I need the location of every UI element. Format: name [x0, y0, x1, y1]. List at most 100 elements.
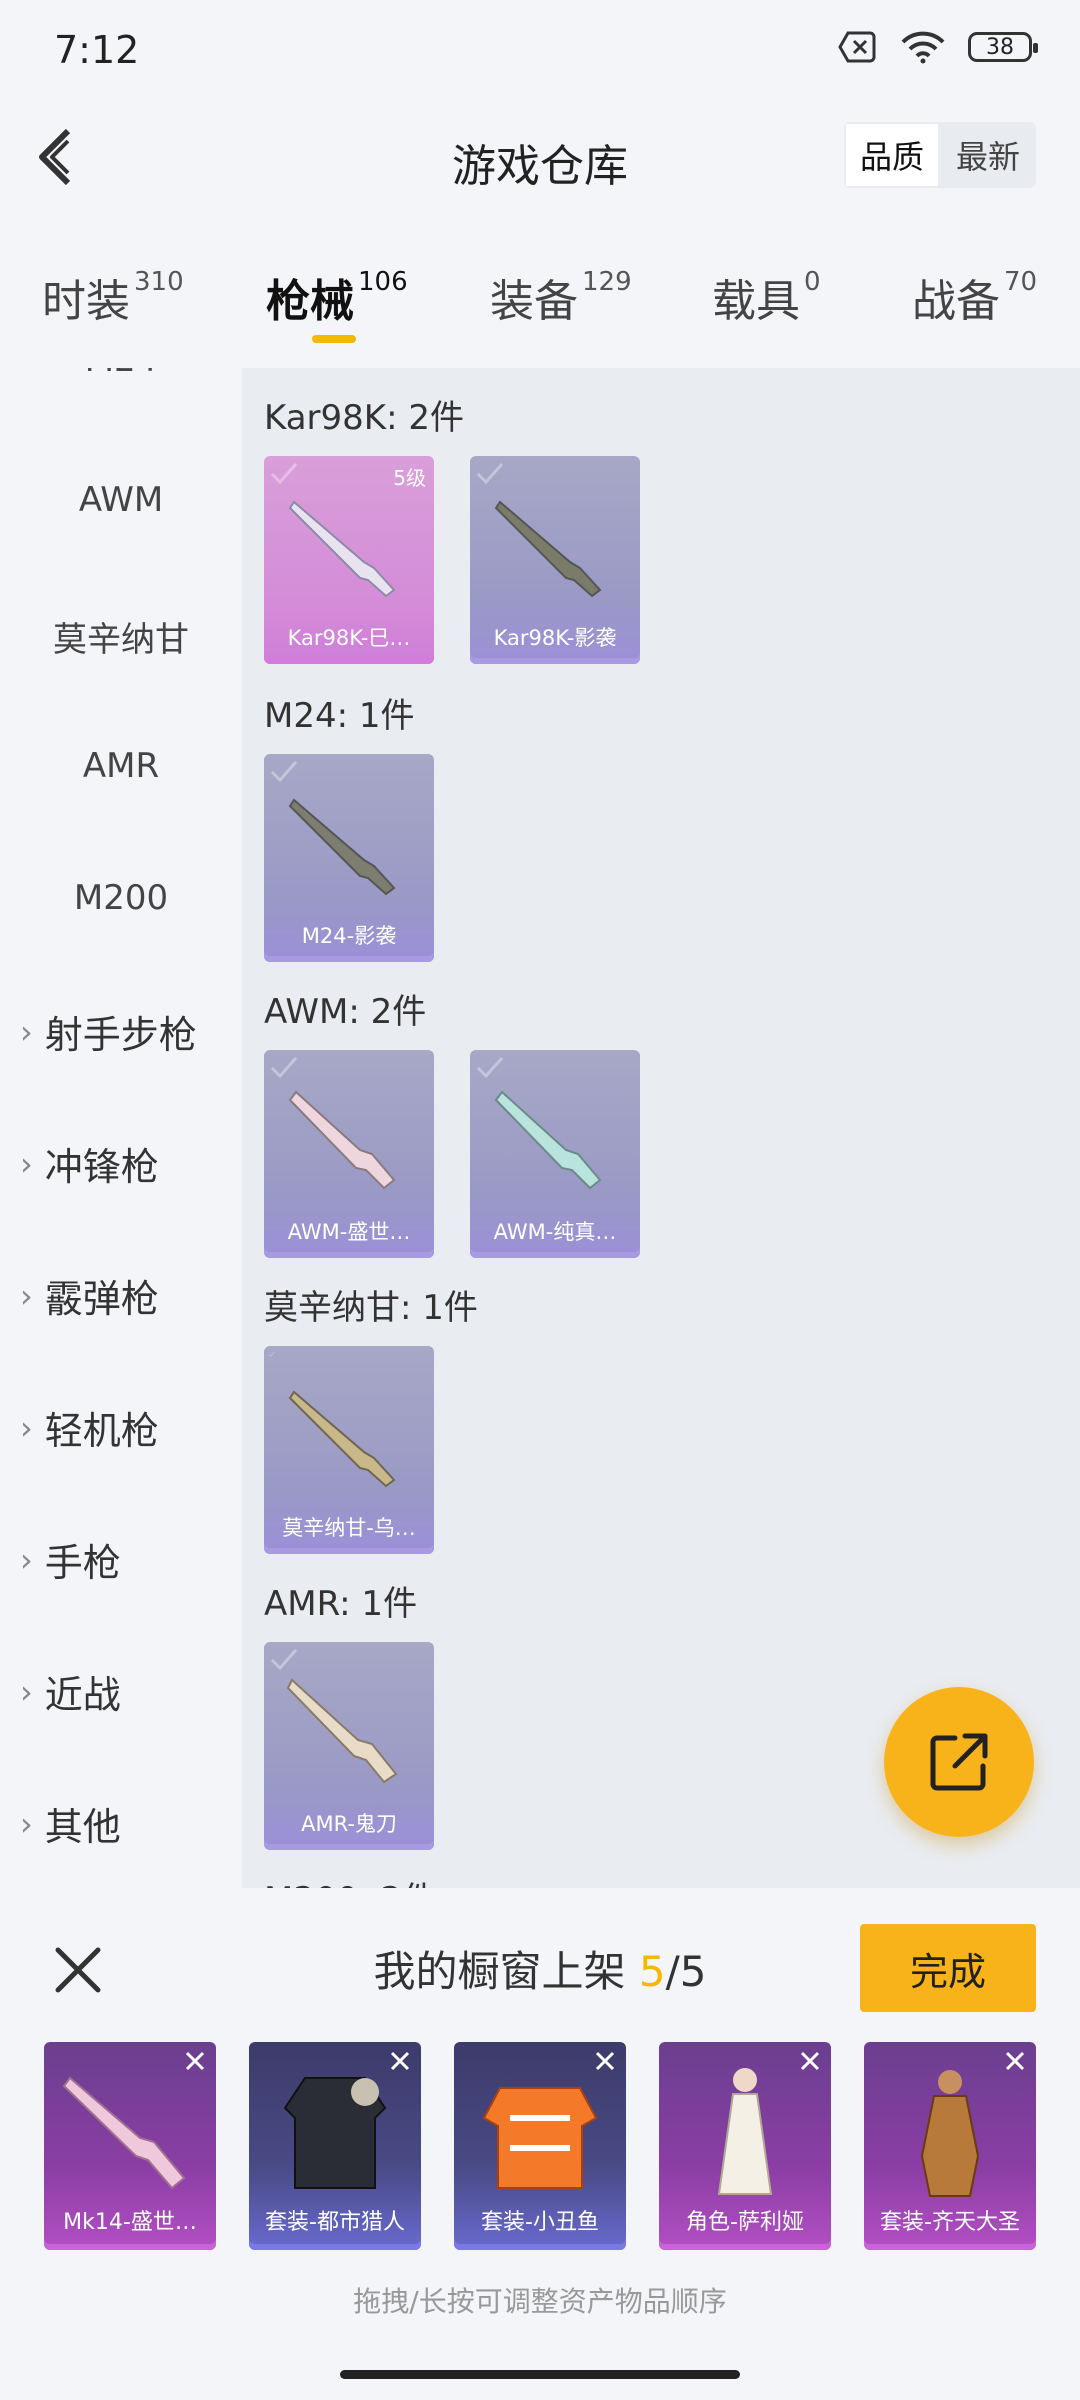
tab-count: 106: [358, 267, 408, 297]
group-title-amr: AMR: 1件: [264, 1584, 418, 1624]
chevron-right-icon: ›: [20, 1408, 33, 1447]
showcase-item-name: 套装-都市猎人: [265, 2210, 405, 2235]
status-time: 7:12: [54, 28, 140, 72]
group-title-m200: M200: 2件: [264, 1872, 436, 1888]
character-art-icon: [717, 2068, 773, 2195]
sidebar-category-other[interactable]: › 其他: [20, 1796, 121, 1851]
weapon-card[interactable]: 5级 Kar98K-巳…: [264, 456, 434, 664]
sidebar-category-label: 手枪: [44, 1541, 121, 1585]
tab-fashion[interactable]: 时装 310: [42, 265, 184, 329]
rifle-icon: [286, 1678, 398, 1784]
showcase-slot[interactable]: 套装-齐天大圣: [864, 2042, 1036, 2250]
share-button[interactable]: [884, 1687, 1034, 1837]
weapon-name: AWM-盛世…: [287, 1220, 411, 1244]
sort-quality-button[interactable]: 品质: [844, 122, 940, 188]
sidebar-category-label: 霰弹枪: [44, 1277, 159, 1321]
showcase-item-name: Mk14-盛世…: [63, 2210, 197, 2235]
tab-vehicles[interactable]: 载具 0: [712, 265, 821, 329]
sidebar: M24 AWM 莫辛纳甘 AMR M200 › 射手步枪 › 冲锋枪 › 霰弹枪 › 轻…: [0, 368, 242, 1888]
showcase-panel: 我的橱窗上架 5/5 完成 Mk14-盛世… 套装-都市猎人 套装-小丑鱼 角色…: [0, 1888, 1080, 2400]
weapon-name: AMR-鬼刀: [301, 1812, 397, 1836]
rifle-icon: [288, 1390, 396, 1488]
active-tab-indicator: [312, 335, 356, 343]
group-title-mosin: 莫辛纳甘: 1件: [264, 1288, 478, 1328]
showcase-count-current: 5: [638, 1947, 666, 1996]
sidebar-item-amr[interactable]: AMR: [0, 746, 242, 786]
reorder-hint: 拖拽/长按可调整资产物品顺序: [353, 2285, 727, 2318]
tab-count: 70: [1004, 267, 1038, 297]
weapon-card[interactable]: AWM-盛世…: [264, 1050, 434, 1258]
showcase-slot[interactable]: 套装-小丑鱼: [454, 2042, 626, 2250]
tab-label: 枪械: [266, 276, 354, 327]
sidebar-item-awm[interactable]: AWM: [0, 480, 242, 520]
rifle-art-icon: [62, 2076, 186, 2190]
done-button[interactable]: 完成: [860, 1924, 1036, 2012]
showcase-item-name: 套装-小丑鱼: [481, 2210, 599, 2235]
sidebar-category-label: 冲锋枪: [44, 1145, 159, 1189]
tab-count: 0: [804, 267, 821, 297]
battery-level: 38: [986, 34, 1014, 60]
weapon-name: 莫辛纳甘-乌…: [282, 1516, 416, 1540]
outfit-art-icon: [283, 2077, 387, 2189]
tab-label: 装备: [490, 276, 578, 327]
weapon-card[interactable]: 莫辛纳甘-乌…: [264, 1346, 434, 1554]
weapon-card[interactable]: M24-影袭: [264, 754, 434, 962]
sidebar-category-label: 射手步枪: [44, 1013, 197, 1057]
sim-disabled-icon: [838, 31, 876, 63]
tab-label: 战备: [912, 276, 1000, 327]
group-title-kar98k: Kar98K: 2件: [264, 398, 464, 438]
showcase-item-name: 套装-齐天大圣: [880, 2210, 1020, 2235]
sidebar-category-lmg[interactable]: › 轻机枪: [20, 1400, 159, 1455]
character-art-icon: [920, 2070, 980, 2197]
weapon-list: Kar98K: 2件 5级 Kar98K-巳… Kar98K-影袭 M24: 1…: [242, 368, 1080, 1888]
tab-count: 129: [582, 267, 632, 297]
sidebar-category-label: 近战: [44, 1673, 121, 1717]
sidebar-item-m24[interactable]: M24: [0, 368, 242, 380]
tab-supplies[interactable]: 战备 70: [912, 265, 1037, 329]
chevron-right-icon: ›: [20, 1276, 33, 1315]
category-tabs: 时装 310 枪械 106 装备 129 载具 0 战备 70: [0, 255, 1080, 365]
chevron-right-icon: ›: [20, 1012, 33, 1051]
chevron-right-icon: ›: [20, 1672, 33, 1711]
weapon-card[interactable]: AMR-鬼刀: [264, 1642, 434, 1850]
share-external-icon: [930, 1733, 988, 1791]
sort-latest-button[interactable]: 最新: [940, 122, 1036, 188]
showcase-title-label: 我的橱窗上架: [373, 1947, 639, 1996]
rifle-icon: [288, 500, 396, 598]
sidebar-category-label: 其他: [44, 1805, 121, 1849]
sidebar-category-label: 轻机枪: [44, 1409, 159, 1453]
rifle-icon: [288, 1090, 396, 1190]
rifle-icon: [494, 1090, 602, 1190]
rifle-icon: [494, 500, 602, 598]
sidebar-category-smg[interactable]: › 冲锋枪: [20, 1136, 159, 1191]
weapon-name: AWM-纯真…: [493, 1220, 617, 1244]
showcase-slot[interactable]: 套装-都市猎人: [249, 2042, 421, 2250]
tab-count: 310: [134, 267, 184, 297]
showcase-slot[interactable]: 角色-萨利娅: [659, 2042, 831, 2250]
chevron-right-icon: ›: [20, 1804, 33, 1843]
sidebar-item-mosin[interactable]: 莫辛纳甘: [0, 612, 242, 661]
sidebar-item-m200[interactable]: M200: [0, 878, 242, 918]
showcase-slot[interactable]: Mk14-盛世…: [44, 2042, 216, 2250]
tab-label: 时装: [42, 276, 130, 327]
tab-label: 载具: [712, 276, 800, 327]
sort-toggle: 品质 最新: [844, 122, 1036, 188]
weapon-card[interactable]: Kar98K-影袭: [470, 456, 640, 664]
sidebar-category-melee[interactable]: › 近战: [20, 1664, 121, 1719]
showcase-count-total: /5: [665, 1947, 707, 1996]
group-title-m24: M24: 1件: [264, 696, 415, 736]
weapon-name: Kar98K-巳…: [287, 626, 411, 650]
status-icons: 38: [838, 30, 1038, 64]
tab-equipment[interactable]: 装备 129: [490, 265, 632, 329]
outfit-art-icon: [482, 2087, 598, 2189]
tab-guns[interactable]: 枪械 106: [266, 265, 408, 329]
weapon-card[interactable]: AWM-纯真…: [470, 1050, 640, 1258]
sidebar-category-shotgun[interactable]: › 霰弹枪: [20, 1268, 159, 1323]
weapon-name: M24-影袭: [301, 924, 397, 948]
home-indicator[interactable]: [340, 2370, 740, 2379]
chevron-right-icon: ›: [20, 1540, 33, 1579]
top-bar: 游戏仓库 品质 最新: [0, 100, 1080, 220]
sidebar-category-marksman[interactable]: › 射手步枪: [20, 1004, 197, 1059]
weapon-name: Kar98K-影袭: [493, 626, 617, 650]
sidebar-category-pistol[interactable]: › 手枪: [20, 1532, 121, 1587]
